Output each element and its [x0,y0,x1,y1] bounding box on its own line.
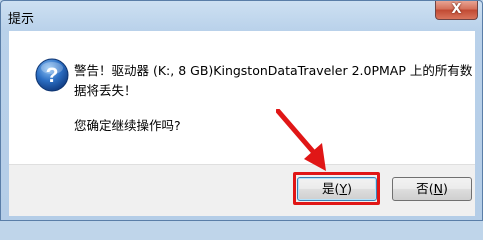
no-button-label: 否 [416,181,429,196]
no-access-key: N [433,181,443,196]
warning-line-1: 警告！驱动器 (K:, 8 GB)KingstonDataTraveler 2.… [74,63,473,78]
close-icon: X [451,2,462,17]
confirm-question: 您确定继续操作吗? [74,118,181,133]
dialog-window: 提示 X ? 警告！驱动器 (K:, 8 GB)KingstonDataTrav… [0,0,483,221]
warning-message: 警告！驱动器 (K:, 8 GB)KingstonDataTraveler 2.… [74,61,473,101]
window-title: 提示 [8,12,35,27]
dialog-content: ? 警告！驱动器 (K:, 8 GB)KingstonDataTraveler … [9,31,475,164]
no-key-close: ) [442,181,448,196]
title-bar[interactable]: 提示 X [1,1,482,31]
warning-line-2: 据将丢失！ [74,83,137,98]
button-bar: 是(Y) 否(N) [9,164,475,216]
svg-text:?: ? [46,64,59,87]
question-icon: ? [35,58,69,92]
no-button[interactable]: 否(N) [392,177,472,201]
close-button[interactable]: X [435,1,478,20]
red-arrow-icon [276,109,326,171]
